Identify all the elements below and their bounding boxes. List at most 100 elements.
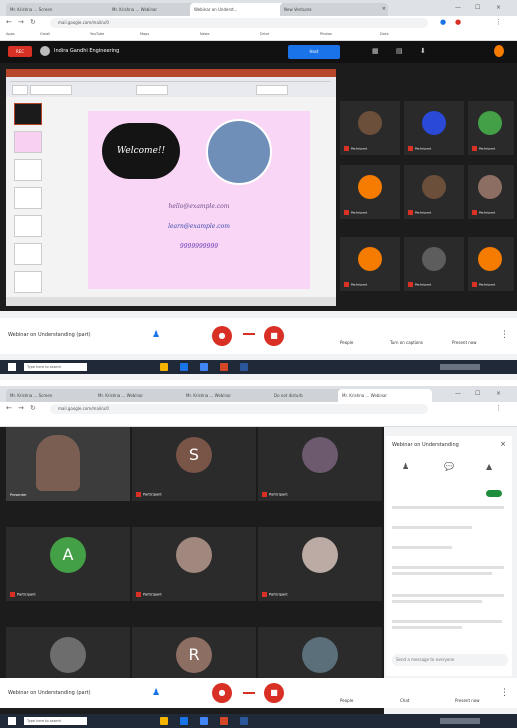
bookmark[interactable]: Photos — [320, 32, 332, 36]
participant-tile[interactable]: Participant — [404, 165, 464, 219]
close-window-icon[interactable]: × — [496, 390, 501, 397]
host-badge[interactable]: Host — [288, 45, 340, 59]
participant-tile[interactable]: Participant — [468, 165, 514, 219]
slide-thumbnail[interactable] — [14, 131, 42, 153]
participant-tile[interactable]: A Participant — [6, 527, 130, 601]
edge-icon[interactable] — [180, 717, 188, 725]
extension-icon[interactable]: ● — [440, 18, 446, 26]
people-icon[interactable]: ♟ — [402, 462, 409, 471]
participant-video-tile[interactable]: Presenter — [6, 427, 130, 501]
powerpoint-icon[interactable] — [220, 717, 228, 725]
browser-tab-active[interactable]: Webinar on Underst...× — [190, 3, 286, 16]
slide-thumbnail[interactable] — [14, 243, 42, 265]
bookmark[interactable]: YouTube — [90, 32, 104, 36]
mic-toggle-button[interactable]: ● — [212, 683, 232, 703]
participant-tile[interactable]: Participant — [340, 237, 400, 291]
chrome-icon[interactable] — [200, 717, 208, 725]
edge-icon[interactable] — [180, 363, 188, 371]
minimize-icon[interactable]: — — [455, 390, 461, 397]
close-window-icon[interactable]: × — [496, 4, 501, 11]
chat-toggle[interactable] — [486, 490, 502, 497]
word-icon[interactable] — [240, 363, 248, 371]
taskbar-search[interactable]: Type here to search — [24, 363, 87, 371]
present-label[interactable]: Present now — [455, 698, 480, 703]
chat-label[interactable]: Chat — [400, 698, 409, 703]
browser-tab[interactable]: Mr. Krishna ... Screen — [6, 389, 100, 402]
maximize-icon[interactable]: ☐ — [475, 390, 480, 397]
participant-tile[interactable]: Participant — [258, 427, 382, 501]
present-label[interactable]: Present now — [452, 340, 477, 345]
activities-icon[interactable]: ▲ — [486, 462, 492, 471]
close-icon[interactable]: × — [500, 440, 506, 448]
participant-tile[interactable]: Participant — [468, 237, 514, 291]
url-field[interactable]: mail.google.com/mail/u/0 — [50, 404, 428, 414]
browser-tab[interactable]: Mr. Krishna ... Webinar× — [108, 3, 196, 16]
more-options-icon[interactable]: ⋮ — [500, 330, 509, 340]
forward-icon[interactable]: → — [18, 404, 24, 412]
participant-tile[interactable]: Participant — [258, 527, 382, 601]
browser-tab[interactable]: New Ventures × — [280, 3, 388, 16]
url-field[interactable]: mail.google.com/mail/u/0 — [50, 18, 428, 28]
captions-label[interactable]: Turn on captions — [390, 340, 423, 345]
slide-thumbnail[interactable] — [14, 187, 42, 209]
slide-thumbnail[interactable] — [14, 271, 42, 293]
participant-tile[interactable]: Participant — [340, 165, 400, 219]
participant-tile[interactable]: Participant — [404, 101, 464, 155]
browser-tab[interactable]: Do not disturb — [270, 389, 344, 402]
menu-icon[interactable]: ⋮ — [495, 404, 502, 412]
browser-tab-active[interactable]: Mr. Krishna ... Webinar — [338, 389, 432, 402]
bookmark[interactable]: Maps — [140, 32, 149, 36]
more-options-icon[interactable]: ⋮ — [500, 688, 509, 698]
hangup-icon[interactable] — [243, 333, 255, 335]
browser-tab[interactable]: Mr. Krishna ... Webinar — [182, 389, 276, 402]
camera-toggle-button[interactable]: ■ — [264, 326, 284, 346]
people-icon[interactable]: ♟ — [152, 330, 160, 340]
chat-icon[interactable]: 💬 — [444, 462, 454, 471]
bookmark[interactable]: Drive — [260, 32, 269, 36]
slide-thumbnail[interactable] — [14, 103, 42, 125]
hangup-icon[interactable] — [243, 692, 255, 694]
close-icon[interactable]: × — [382, 3, 386, 16]
back-icon[interactable]: ← — [6, 404, 12, 412]
menu-icon[interactable]: ⋮ — [495, 18, 502, 26]
layout-icon[interactable]: ▤ — [396, 47, 403, 55]
start-icon[interactable] — [8, 717, 16, 725]
bookmark[interactable]: Gmail — [40, 32, 50, 36]
browser-tab[interactable]: Mr. Krishna ... Webinar — [94, 389, 188, 402]
reload-icon[interactable]: ↻ — [30, 404, 36, 412]
slide-thumbnail[interactable] — [14, 159, 42, 181]
info-icon[interactable]: ⬇ — [420, 47, 426, 55]
chrome-icon[interactable] — [200, 363, 208, 371]
paste-icon[interactable] — [12, 85, 28, 95]
people-label[interactable]: People — [340, 340, 353, 345]
font-box[interactable] — [30, 85, 72, 95]
mic-toggle-button[interactable]: ● — [212, 326, 232, 346]
camera-toggle-button[interactable]: ■ — [264, 683, 284, 703]
minimize-icon[interactable]: — — [455, 4, 461, 11]
editing-group[interactable] — [256, 85, 288, 95]
extension-icon[interactable]: ● — [455, 18, 461, 26]
browser-tab[interactable]: Mr. Krishna ... Screen× — [6, 3, 114, 16]
people-label[interactable]: People — [340, 698, 353, 703]
slide-thumbnail[interactable] — [14, 215, 42, 237]
folder-icon[interactable] — [160, 717, 168, 725]
chat-input[interactable]: Send a message to everyone — [392, 654, 508, 666]
taskbar-search[interactable]: Type here to search — [24, 717, 87, 725]
folder-icon[interactable] — [160, 363, 168, 371]
shapes-group[interactable] — [136, 85, 168, 95]
tiles-icon[interactable]: ▦ — [372, 47, 379, 55]
participant-tile[interactable]: Participant — [468, 101, 514, 155]
people-icon[interactable]: ♟ — [152, 688, 160, 698]
bookmark[interactable]: News — [200, 32, 209, 36]
powerpoint-icon[interactable] — [220, 363, 228, 371]
avatar[interactable] — [494, 45, 504, 57]
bookmark[interactable]: Docs — [380, 32, 389, 36]
bookmark[interactable]: Apps — [6, 32, 15, 36]
reload-icon[interactable]: ↻ — [30, 18, 36, 26]
forward-icon[interactable]: → — [18, 18, 24, 26]
maximize-icon[interactable]: ☐ — [475, 4, 480, 11]
participant-tile[interactable]: S Participant — [132, 427, 256, 501]
participant-tile[interactable]: Participant — [132, 527, 256, 601]
word-icon[interactable] — [240, 717, 248, 725]
back-icon[interactable]: ← — [6, 18, 12, 26]
